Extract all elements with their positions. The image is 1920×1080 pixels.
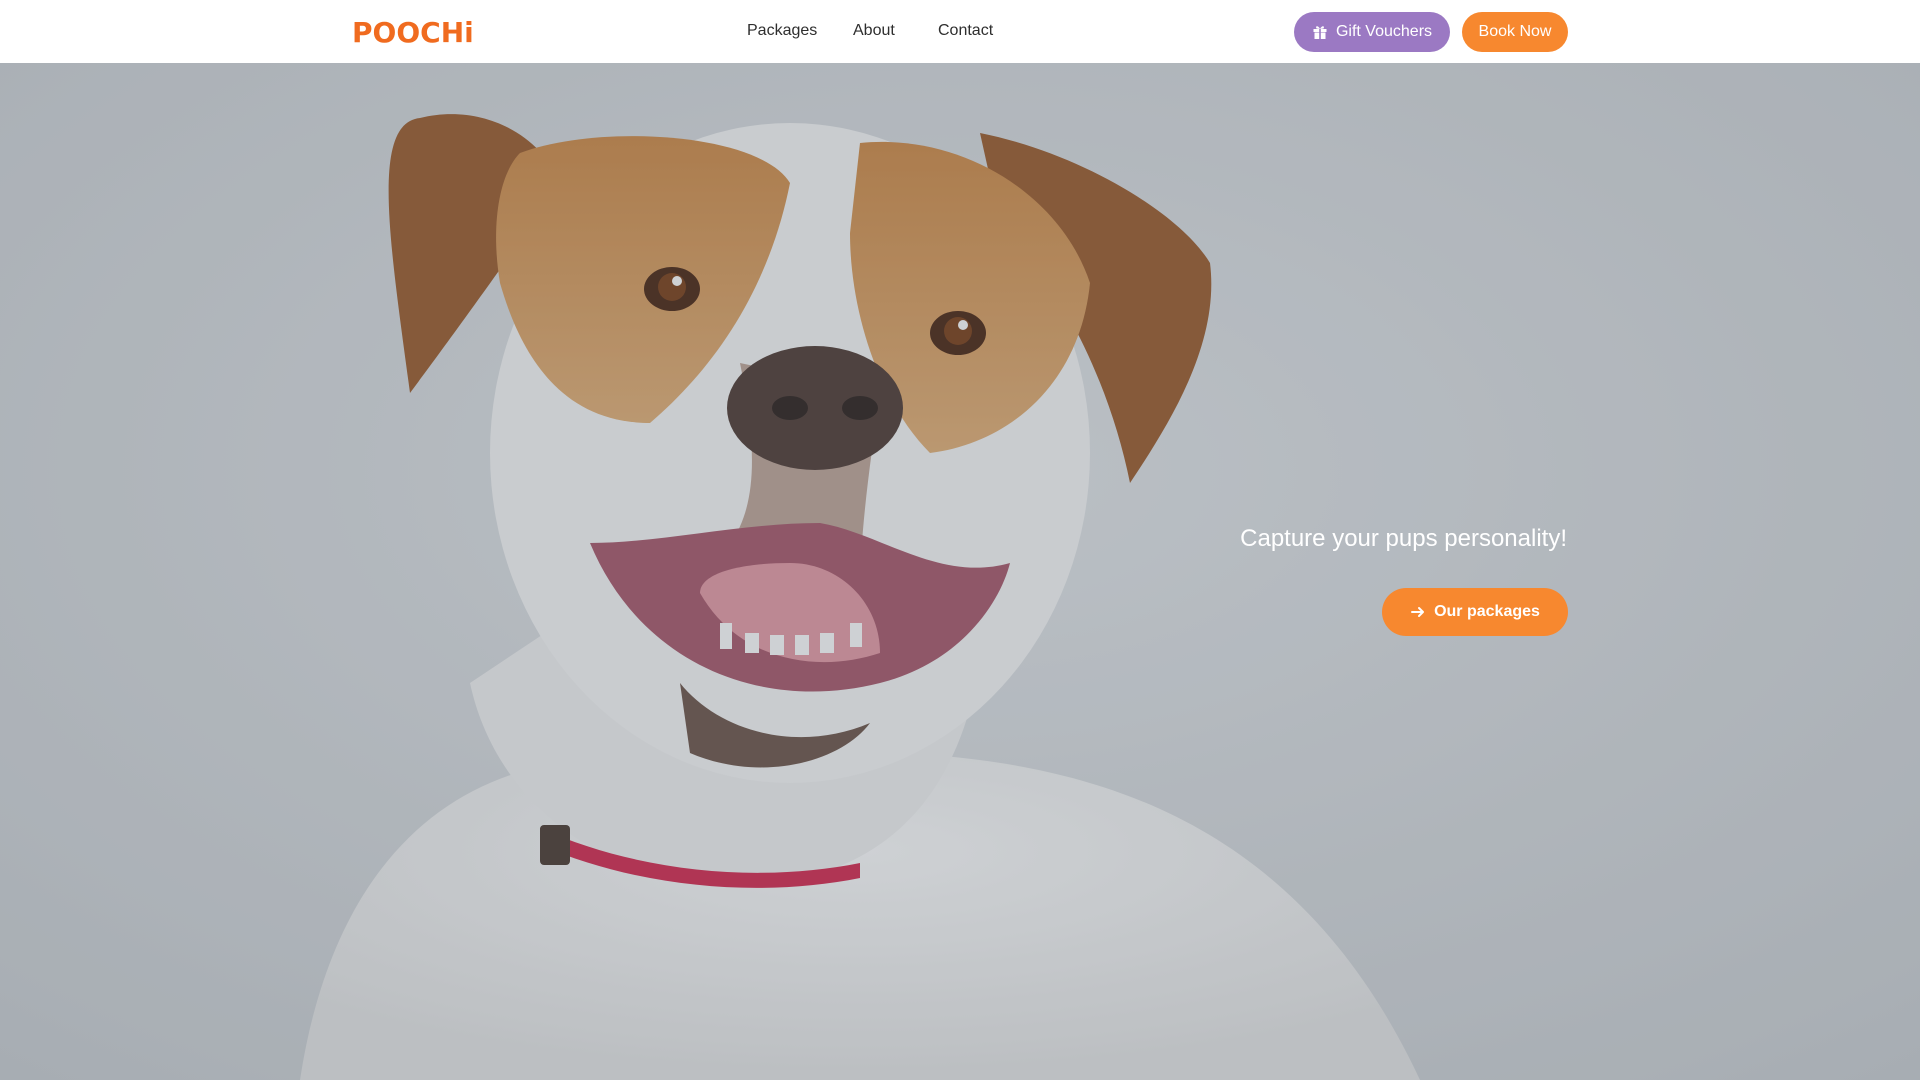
book-now-button[interactable]: Book Now xyxy=(1462,12,1568,52)
our-packages-label: Our packages xyxy=(1434,603,1540,620)
nav-link-contact[interactable]: Contact xyxy=(938,20,993,42)
hero-dog-photo xyxy=(0,63,1920,1080)
our-packages-button[interactable]: Our packages xyxy=(1382,588,1568,636)
hero-section: Capture your pups personality! Our packa… xyxy=(0,63,1920,1080)
gift-vouchers-button[interactable]: Gift Vouchers xyxy=(1294,12,1450,52)
nav-link-packages[interactable]: Packages xyxy=(747,20,817,42)
gift-icon xyxy=(1312,24,1328,40)
gift-vouchers-label: Gift Vouchers xyxy=(1335,23,1433,40)
hero-tagline: Capture your pups personality! xyxy=(1240,525,1567,552)
arrow-right-icon xyxy=(1410,604,1426,620)
site-header: P O O C H i Packages About Contact Gift … xyxy=(0,0,1920,63)
main-nav: Packages About Contact xyxy=(0,0,1920,63)
nav-link-about[interactable]: About xyxy=(853,20,895,42)
